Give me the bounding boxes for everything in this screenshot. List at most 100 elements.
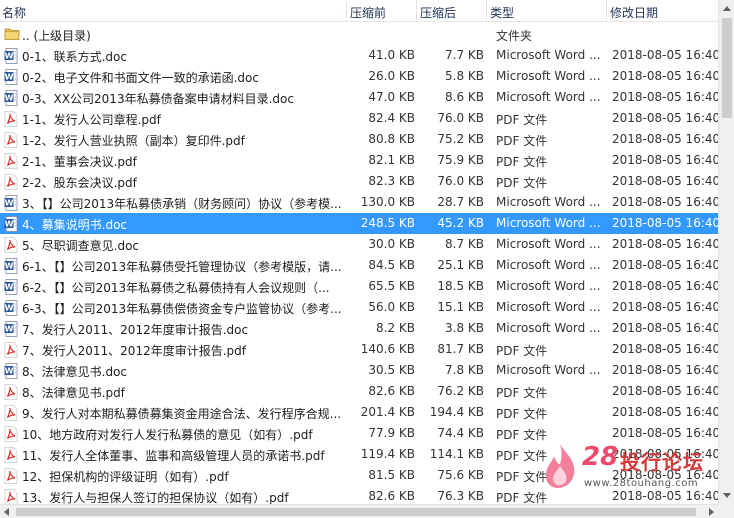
file-row[interactable]: 5、尽职调查意见.doc 30.0 KB 8.7 KB Microsoft Word …	[0, 234, 718, 255]
file-row[interactable]: W 7、发行人2011、2012年度审计报告.doc 8.2 KB 3.8 KB Mic…	[0, 318, 718, 339]
word-doc-icon: W	[4, 195, 18, 211]
file-name: 12、担保机构的评级证明（如有）.pdf	[22, 470, 229, 484]
vertical-scrollbar[interactable]	[718, 0, 734, 504]
scroll-down-icon[interactable]	[723, 493, 731, 498]
file-modified-date: 2018-08-05 16:40	[612, 195, 718, 209]
file-row[interactable]: W 0-3、XX公司2013年私募债备案申请材料目录.doc 47.0 KB 8.6 …	[0, 87, 718, 108]
file-row[interactable]: 1-1、发行人公司章程.pdf 82.4 KB 76.0 KB PDF 文件 2018-…	[0, 108, 718, 129]
watermark-title: 投行论坛	[620, 450, 704, 474]
file-row[interactable]: W 0-2、电子文件和书面文件一致的承诺函.doc 26.0 KB 5.8 KB Mic…	[0, 66, 718, 87]
file-compressed-size: 82.6 KB	[368, 384, 415, 398]
file-row[interactable]: W 4、募集说明书.doc 248.5 KB 45.2 KB Microsoft Wor…	[0, 213, 718, 234]
svg-text:W: W	[5, 283, 14, 292]
file-row[interactable]: 8、法律意见书.pdf 82.6 KB 76.2 KB PDF 文件 2018-08-0…	[0, 381, 718, 402]
file-size: 74.4 KB	[437, 426, 484, 440]
column-header-modified[interactable]: 修改日期	[610, 4, 658, 21]
file-size: 194.4 KB	[429, 405, 484, 419]
file-modified-date: 2018-08-05 16:40	[612, 216, 718, 230]
file-row[interactable]: 7、发行人2011、2012年度审计报告.pdf 140.6 KB 81.7 KB P…	[0, 339, 718, 360]
file-size: 76.0 KB	[437, 174, 484, 188]
file-compressed-size: 65.5 KB	[368, 279, 415, 293]
file-type: PDF 文件	[496, 344, 548, 358]
file-row[interactable]: W 0-1、联系方式.doc 41.0 KB 7.7 KB Microsoft Word…	[0, 45, 718, 66]
file-row[interactable]: 2-2、股东会决议.pdf 82.3 KB 76.0 KB PDF 文件 2018-08…	[0, 171, 718, 192]
word-doc-icon: W	[4, 300, 18, 316]
file-compressed-size: 30.0 KB	[368, 237, 415, 251]
file-type: Microsoft Word ...	[496, 363, 601, 377]
file-type: PDF 文件	[496, 386, 548, 400]
scroll-right-icon[interactable]	[709, 508, 714, 516]
file-size: 76.2 KB	[437, 384, 484, 398]
file-type: 文件夹	[496, 29, 533, 43]
column-header-bar: 名称 压缩前 压缩后 类型 修改日期	[0, 0, 718, 22]
column-divider[interactable]	[486, 0, 487, 22]
file-size: 7.7 KB	[445, 48, 484, 62]
file-name: 6-3、【】公司2013年私募债偿债资金专户监管协议（参考...	[22, 302, 342, 316]
file-size: 45.2 KB	[437, 216, 484, 230]
file-type: Microsoft Word ...	[496, 279, 601, 293]
pdf-icon	[4, 111, 18, 127]
file-row[interactable]: W 6-1、【】公司2013年私募债受托管理协议（参考模版，请... 84.5 KB…	[0, 255, 718, 276]
file-type: PDF 文件	[496, 176, 548, 190]
scrollbar-corner	[718, 504, 734, 518]
file-row[interactable]: W 8、法律意见书.doc 30.5 KB 7.8 KB Microsoft Word …	[0, 360, 718, 381]
pdf-icon	[4, 489, 18, 504]
watermark-number: 28	[582, 442, 619, 472]
file-compressed-size: 82.4 KB	[368, 111, 415, 125]
column-divider[interactable]	[606, 0, 607, 22]
file-name: 6-2、【】公司2013年私募债之私募债持有人会议规则（...	[22, 281, 330, 295]
file-modified-date: 2018-08-05 16:40	[612, 132, 718, 146]
file-size: 8.7 KB	[445, 237, 484, 251]
parent-directory-row[interactable]: .. (上级目录) 文件夹	[0, 24, 718, 45]
file-name: 0-1、联系方式.doc	[22, 50, 127, 64]
file-name: 1-1、发行人公司章程.pdf	[22, 113, 161, 127]
pdf-icon	[4, 153, 18, 169]
file-compressed-size: 8.2 KB	[376, 321, 415, 335]
scroll-up-icon[interactable]	[723, 6, 731, 11]
file-size: 28.7 KB	[437, 195, 484, 209]
file-name: 5、尽职调查意见.doc	[22, 239, 140, 253]
horizontal-scrollbar[interactable]	[0, 504, 718, 518]
file-compressed-size: 84.5 KB	[368, 258, 415, 272]
file-name: 3、【】公司2013年私募债承销（财务顾问）协议（参考模...	[22, 197, 342, 211]
file-modified-date: 2018-08-05 16:40	[612, 258, 718, 272]
file-row[interactable]: 2-1、董事会决议.pdf 82.1 KB 75.9 KB PDF 文件 2018-08…	[0, 150, 718, 171]
file-list: .. (上级目录) 文件夹 W 0-1、联系方式.doc 41.0 KB 7.7 KB Mi…	[0, 24, 718, 504]
file-type: Microsoft Word ...	[496, 300, 601, 314]
word-doc-icon: W	[4, 90, 18, 106]
file-name: 8、法律意见书.doc	[22, 365, 128, 379]
file-modified-date: 2018-08-05 16:40	[612, 174, 718, 188]
file-type: Microsoft Word ...	[496, 216, 601, 230]
file-row[interactable]: W 3、【】公司2013年私募债承销（财务顾问）协议（参考模... 130.0 KB…	[0, 192, 718, 213]
column-divider[interactable]	[416, 0, 417, 22]
column-header-name[interactable]: 名称	[2, 4, 26, 21]
column-divider[interactable]	[346, 0, 347, 22]
file-modified-date: 2018-08-05 16:40	[612, 48, 718, 62]
file-compressed-size: 26.0 KB	[368, 69, 415, 83]
file-compressed-size: 80.8 KB	[368, 132, 415, 146]
svg-text:W: W	[5, 304, 14, 313]
svg-text:W: W	[5, 220, 14, 229]
scroll-left-icon[interactable]	[4, 508, 9, 516]
file-row[interactable]: W 6-3、【】公司2013年私募债偿债资金专户监管协议（参考... 56.0 KB…	[0, 297, 718, 318]
horizontal-scroll-thumb[interactable]	[16, 508, 696, 516]
column-header-size[interactable]: 压缩后	[420, 4, 456, 21]
column-header-type[interactable]: 类型	[490, 4, 514, 21]
file-size: 81.7 KB	[437, 342, 484, 356]
vertical-scroll-thumb[interactable]	[722, 18, 732, 118]
file-modified-date: 2018-08-05 16:40	[612, 321, 718, 335]
file-size: 15.1 KB	[437, 300, 484, 314]
svg-text:W: W	[5, 94, 14, 103]
file-type: PDF 文件	[496, 113, 548, 127]
file-row[interactable]: 9、发行人对本期私募债募集资金用途合法、发行程序合规... 201.4 KB 194…	[0, 402, 718, 423]
file-compressed-size: 77.9 KB	[368, 426, 415, 440]
folder-icon	[4, 27, 20, 43]
column-header-compressed[interactable]: 压缩前	[350, 4, 386, 21]
file-modified-date: 2018-08-05 16:40	[612, 69, 718, 83]
file-row[interactable]: 1-2、发行人营业执照（副本）复印件.pdf 80.8 KB 75.2 KB PDF …	[0, 129, 718, 150]
svg-text:W: W	[5, 52, 14, 61]
file-row[interactable]: W 6-2、【】公司2013年私募债之私募债持有人会议规则（... 65.5 KB 1…	[0, 276, 718, 297]
file-name: 9、发行人对本期私募债募集资金用途合法、发行程序合规...	[22, 407, 342, 421]
file-modified-date: 2018-08-05 16:40	[612, 237, 718, 251]
file-size: 76.0 KB	[437, 111, 484, 125]
